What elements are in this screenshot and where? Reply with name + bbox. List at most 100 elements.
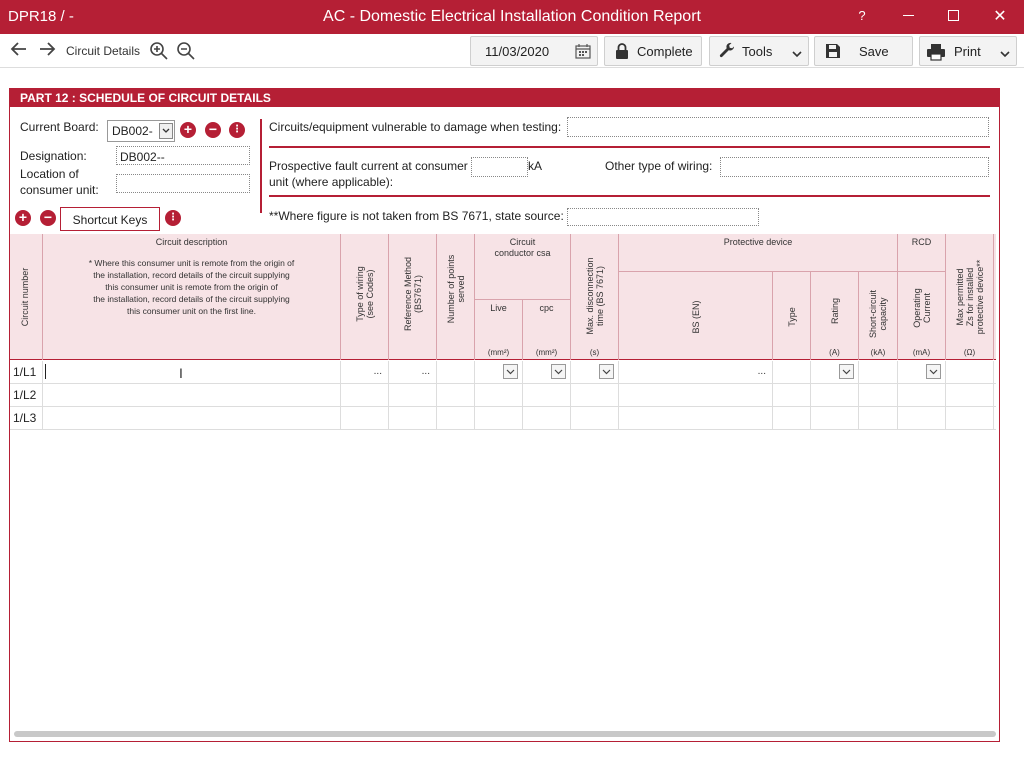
table-row: 1/L2 bbox=[10, 384, 996, 407]
header-max-disconnection: Max. disconnection time (BS 7671) (s) bbox=[571, 234, 619, 360]
source-label: **Where figure is not taken from BS 7671… bbox=[269, 209, 564, 223]
points-served-input[interactable] bbox=[437, 361, 475, 384]
board-options-button[interactable]: ⋮ bbox=[229, 122, 245, 138]
shortcut-keys-button[interactable]: Shortcut Keys bbox=[60, 207, 160, 231]
circuit-description-input[interactable]: I bbox=[43, 361, 341, 384]
circuit-number-cell: 1/L3 bbox=[13, 411, 37, 425]
reference-method-input[interactable]: ... bbox=[389, 361, 437, 384]
maximize-button[interactable] bbox=[941, 6, 965, 28]
current-board-select[interactable]: DB002- bbox=[107, 120, 175, 142]
add-board-button[interactable]: + bbox=[180, 122, 196, 138]
operating-current-select[interactable] bbox=[898, 361, 946, 384]
more-vertical-icon: ⋮ bbox=[168, 212, 178, 223]
complete-label: Complete bbox=[637, 44, 693, 59]
header-cpc: cpc (mm²) bbox=[523, 300, 571, 360]
reference-method-ellipsis[interactable]: ... bbox=[422, 366, 430, 377]
header-rating: Rating (A) bbox=[811, 272, 859, 360]
header-protective-device: Protective device bbox=[619, 234, 898, 272]
header-operating-current: Operating Current (mA) bbox=[898, 272, 946, 360]
type-of-wiring-ellipsis[interactable]: ... bbox=[374, 366, 382, 377]
other-wiring-label: Other type of wiring: bbox=[605, 159, 713, 173]
header-short-circuit: Short-circuit capacity (kA) bbox=[859, 272, 898, 360]
tools-button[interactable]: Tools bbox=[709, 36, 809, 66]
location-input[interactable] bbox=[116, 174, 250, 193]
zoom-out-icon bbox=[177, 42, 195, 60]
header-type-of-wiring: Type of wiring (see Codes) bbox=[341, 234, 389, 360]
short-circuit-input[interactable] bbox=[859, 361, 898, 384]
minimize-button[interactable] bbox=[896, 6, 920, 28]
fault-current-label-line2: unit (where applicable): bbox=[269, 175, 394, 189]
other-wiring-input[interactable] bbox=[720, 157, 989, 177]
circuit-description-input[interactable] bbox=[43, 384, 341, 407]
chevron-down-icon bbox=[599, 364, 614, 379]
designation-input[interactable]: DB002-- bbox=[116, 146, 250, 165]
live-csa-select[interactable] bbox=[475, 361, 523, 384]
source-input[interactable] bbox=[567, 208, 759, 226]
breadcrumb: Circuit Details bbox=[66, 44, 141, 58]
horizontal-divider bbox=[269, 195, 990, 197]
i-beam-cursor-icon: I bbox=[179, 365, 183, 381]
floppy-disk-icon bbox=[825, 43, 841, 62]
shortcut-options-button[interactable]: ⋮ bbox=[165, 210, 181, 226]
chevron-down-icon bbox=[551, 364, 566, 379]
minimize-icon bbox=[902, 15, 914, 16]
chevron-down-icon bbox=[1000, 46, 1010, 61]
section-title: PART 12 : SCHEDULE OF CIRCUIT DETAILS bbox=[10, 89, 999, 107]
bs-en-ellipsis[interactable]: ... bbox=[758, 366, 766, 377]
circuit-number-cell: 1/L2 bbox=[13, 388, 37, 402]
complete-button[interactable]: Complete bbox=[604, 36, 702, 66]
header-live: Live (mm²) bbox=[475, 300, 523, 360]
header-reference-method: Reference Method (BS7671) bbox=[389, 234, 437, 360]
header-type: Type bbox=[773, 272, 811, 360]
chevron-down-icon bbox=[792, 46, 802, 61]
close-button[interactable]: ✕ bbox=[988, 6, 1012, 28]
print-button[interactable]: Print bbox=[919, 36, 1017, 66]
print-label: Print bbox=[954, 44, 981, 59]
remove-board-button[interactable]: − bbox=[205, 122, 221, 138]
fault-current-unit: kA bbox=[528, 159, 543, 173]
table-body: 1/L1 I ... ... ... 1/L2 1/L3 bbox=[10, 361, 996, 430]
circuit-number-cell: 1/L1 bbox=[13, 365, 37, 379]
cpc-csa-select[interactable] bbox=[523, 361, 571, 384]
back-button[interactable] bbox=[8, 40, 30, 62]
device-type-input[interactable] bbox=[773, 361, 811, 384]
fault-current-input[interactable] bbox=[471, 157, 528, 177]
horizontal-divider bbox=[269, 146, 990, 148]
maximize-icon bbox=[947, 10, 959, 21]
calendar-icon bbox=[575, 43, 591, 62]
chevron-down-icon bbox=[839, 364, 854, 379]
help-button[interactable]: ? bbox=[850, 8, 874, 30]
vulnerable-input[interactable] bbox=[567, 117, 989, 137]
plus-icon: + bbox=[183, 121, 193, 137]
table-row: 1/L1 I ... ... ... bbox=[10, 361, 996, 384]
zoom-out-button[interactable] bbox=[176, 41, 196, 61]
save-button[interactable]: Save bbox=[814, 36, 913, 66]
chevron-down-icon bbox=[159, 123, 173, 139]
header-max-zs: Max permitted Zs for installed protective … bbox=[946, 234, 994, 360]
header-rcd: RCD bbox=[898, 234, 946, 272]
add-circuit-button[interactable]: + bbox=[15, 210, 31, 226]
chevron-down-icon bbox=[503, 364, 518, 379]
header-conductor-csa: Circuit conductor csa bbox=[475, 234, 571, 300]
max-zs-input[interactable] bbox=[946, 361, 994, 384]
text-cursor bbox=[45, 364, 46, 379]
forward-button[interactable] bbox=[36, 40, 58, 62]
location-label-line1: Location of bbox=[20, 167, 79, 181]
vulnerable-label: Circuits/equipment vulnerable to damage … bbox=[269, 120, 562, 134]
horizontal-scrollbar[interactable] bbox=[14, 731, 996, 737]
rating-select[interactable] bbox=[811, 361, 859, 384]
title-bar: DPR18 / - AC - Domestic Electrical Insta… bbox=[0, 0, 1024, 34]
table-row: 1/L3 bbox=[10, 407, 996, 430]
type-of-wiring-input[interactable]: ... bbox=[341, 361, 389, 384]
date-value: 11/03/2020 bbox=[485, 44, 550, 59]
header-bs-en: BS (EN) bbox=[619, 272, 773, 360]
plus-icon: + bbox=[18, 209, 28, 225]
date-picker[interactable]: 11/03/2020 bbox=[470, 36, 598, 66]
location-label-line2: consumer unit: bbox=[20, 183, 99, 197]
zoom-in-button[interactable] bbox=[149, 41, 169, 61]
remove-circuit-button[interactable]: − bbox=[40, 210, 56, 226]
bs-en-input[interactable]: ... bbox=[619, 361, 773, 384]
minus-icon: − bbox=[43, 209, 53, 225]
circuit-description-input[interactable] bbox=[43, 407, 341, 430]
max-disconnection-select[interactable] bbox=[571, 361, 619, 384]
